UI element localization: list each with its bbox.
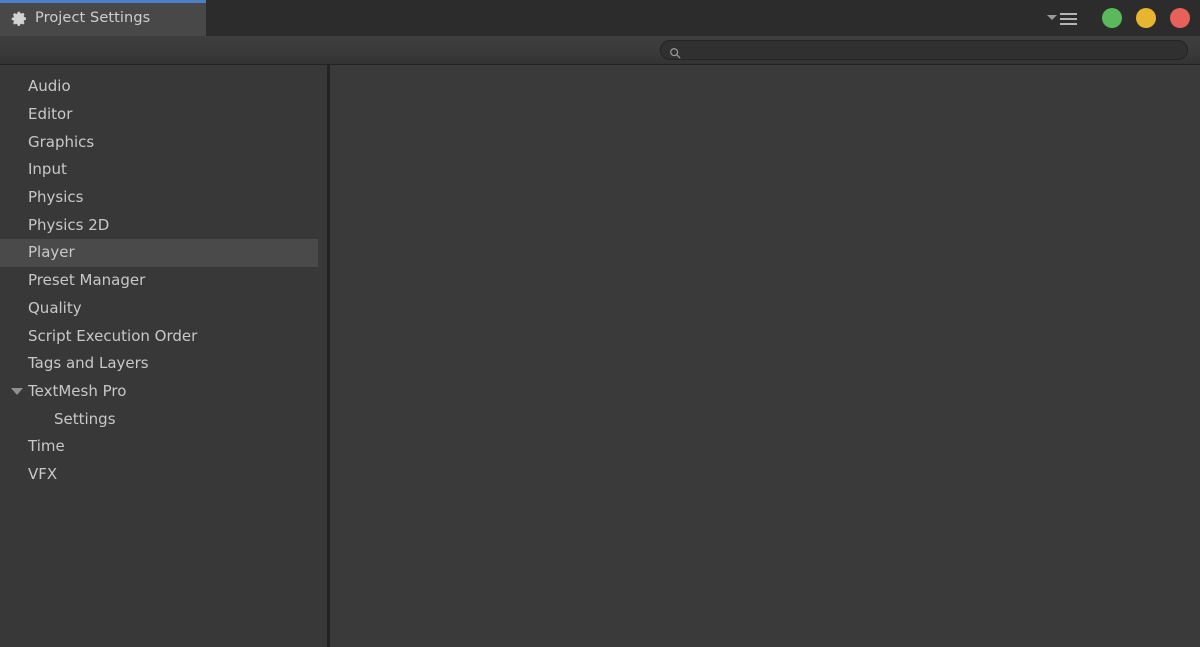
sidebar-item-label: Tags and Layers [28, 354, 149, 373]
gear-icon [11, 10, 28, 27]
sidebar-item-label: Time [28, 437, 65, 456]
window-body: Audio Editor Graphics Input Physics Physics 2… [0, 65, 1200, 647]
project-settings-window: Project Settings Audio Editor Graphics I… [0, 0, 1200, 647]
sidebar-item-label: Settings [54, 409, 116, 428]
sidebar-item-label: VFX [28, 464, 58, 483]
sidebar-item-preset-manager[interactable]: Preset Manager [0, 267, 318, 295]
sidebar-item-script-execution-order[interactable]: Script Execution Order [0, 322, 318, 350]
sidebar-item-label: Quality [28, 298, 82, 317]
sidebar-item-editor[interactable]: Editor [0, 101, 318, 129]
hamburger-menu-icon[interactable] [1047, 10, 1077, 26]
sidebar-item-vfx[interactable]: VFX [0, 461, 318, 489]
sidebar-item-label: Input [28, 160, 67, 179]
sidebar-item-label: Script Execution Order [28, 326, 198, 345]
sidebar-item-physics-2d[interactable]: Physics 2D [0, 211, 318, 239]
sidebar-item-textmesh-pro[interactable]: TextMesh Pro [0, 378, 318, 406]
sidebar-item-input[interactable]: Input [0, 156, 318, 184]
search-icon [669, 44, 681, 59]
sidebar-item-label: Player [28, 243, 75, 262]
sidebar-item-label: Preset Manager [28, 271, 146, 290]
sidebar-item-label: Physics 2D [28, 215, 110, 234]
sidebar-item-physics[interactable]: Physics [0, 184, 318, 212]
sidebar-item-graphics[interactable]: Graphics [0, 128, 318, 156]
minimize-button[interactable] [1102, 8, 1122, 28]
window-controls [1047, 0, 1190, 36]
sidebar-item-label: Physics [28, 188, 84, 207]
sidebar-item-quality[interactable]: Quality [0, 295, 318, 323]
tab-title: Project Settings [35, 10, 151, 26]
sidebar-item-label: Graphics [28, 132, 95, 151]
sidebar-item-audio[interactable]: Audio [0, 73, 318, 101]
sidebar-item-label: TextMesh Pro [28, 381, 127, 400]
sidebar-item-label: Audio [28, 77, 71, 96]
settings-category-list[interactable]: Audio Editor Graphics Input Physics Physics 2… [0, 65, 327, 647]
search-field[interactable] [660, 40, 1188, 60]
sidebar-item-label: Editor [28, 105, 73, 124]
sidebar-item-settings[interactable]: Settings [0, 405, 318, 433]
chevron-down-icon [1047, 15, 1057, 20]
foldout-expanded-icon[interactable] [8, 378, 26, 406]
toolbar [0, 36, 1200, 65]
sidebar-item-player[interactable]: Player [0, 239, 318, 267]
search-input[interactable] [681, 41, 1187, 59]
close-button[interactable] [1170, 8, 1190, 28]
tab-project-settings[interactable]: Project Settings [0, 0, 206, 36]
tab-active-accent [0, 0, 206, 3]
settings-detail-panel [330, 65, 1200, 647]
title-bar: Project Settings [0, 0, 1200, 36]
sidebar-item-time[interactable]: Time [0, 433, 318, 461]
sidebar-item-tags-and-layers[interactable]: Tags and Layers [0, 350, 318, 378]
maximize-button[interactable] [1136, 8, 1156, 28]
